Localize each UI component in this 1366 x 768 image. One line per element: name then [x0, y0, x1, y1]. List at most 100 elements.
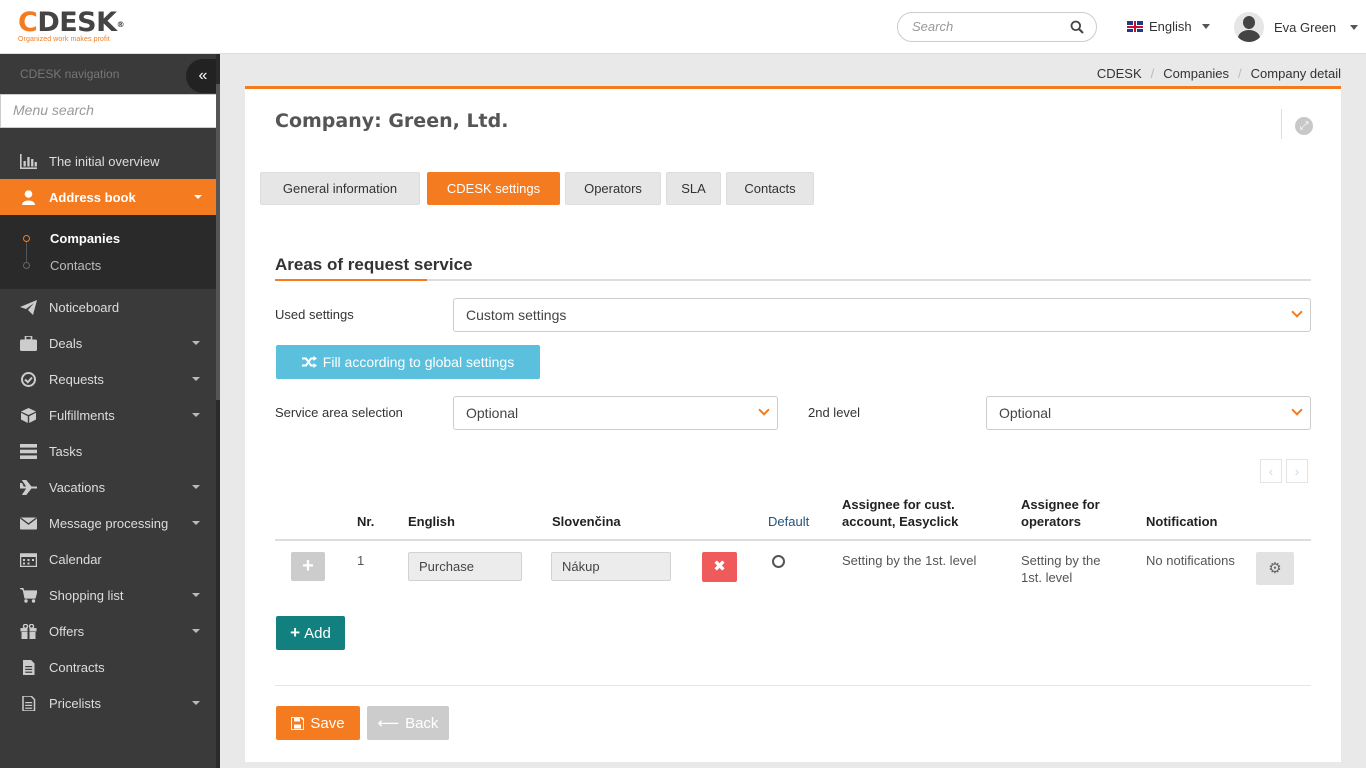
previous-page-button[interactable]: ‹ — [1260, 459, 1282, 483]
breadcrumb-item-companies[interactable]: Companies — [1163, 66, 1229, 81]
chevron-down-icon — [192, 485, 200, 489]
search-icon[interactable] — [1070, 20, 1084, 34]
cube-icon — [19, 407, 37, 423]
sidebar-item-contracts[interactable]: Contracts — [0, 649, 214, 685]
tab-general-information[interactable]: General information — [260, 172, 420, 205]
user-icon — [19, 189, 37, 205]
menu-search-input[interactable] — [13, 95, 213, 125]
plus-icon: + — [290, 623, 301, 642]
service-area-select[interactable]: Optional — [453, 396, 778, 430]
column-header-notification: Notification — [1146, 514, 1218, 529]
column-header-nr: Nr. — [357, 514, 375, 529]
sidebar-item-requests[interactable]: Requests — [0, 361, 214, 397]
plane-icon — [19, 479, 37, 495]
second-level-select[interactable]: Optional — [986, 396, 1311, 430]
save-button[interactable]: Save — [276, 706, 360, 740]
shuffle-icon — [301, 356, 317, 368]
collapse-sidebar-button[interactable]: « — [186, 59, 220, 93]
add-button[interactable]: + Add — [276, 616, 345, 650]
main-panel: Company: Green, Ltd. ⤢ General informati… — [245, 86, 1341, 762]
sidebar-item-noticeboard[interactable]: Noticeboard — [0, 289, 214, 325]
add-subarea-button[interactable]: + — [291, 552, 325, 581]
tab-contacts[interactable]: Contacts — [726, 172, 814, 205]
service-area-label: Service area selection — [275, 405, 403, 420]
english-name-input[interactable]: Purchase — [408, 552, 522, 581]
paper-plane-icon — [19, 299, 37, 315]
chevron-down-icon — [192, 521, 200, 525]
default-radio[interactable] — [772, 555, 785, 568]
assignee-cust-value: Setting by the 1st. level — [842, 553, 977, 568]
uk-flag-icon — [1127, 21, 1143, 32]
chevron-down-icon — [192, 593, 200, 597]
avatar — [1234, 12, 1264, 42]
tasks-icon — [19, 443, 37, 459]
gift-icon — [19, 623, 37, 639]
envelope-icon — [19, 515, 37, 531]
second-level-label: 2nd level — [808, 405, 861, 420]
search-input[interactable] — [912, 19, 1062, 34]
user-menu[interactable]: Eva Green — [1234, 12, 1359, 42]
sidebar-item-fulfillments[interactable]: Fulfillments — [0, 397, 214, 433]
cdesk-logo[interactable]: CDESK® Organized work makes profit — [18, 9, 125, 44]
floppy-disk-icon — [291, 716, 305, 730]
row-settings-button[interactable]: ⚙ — [1256, 552, 1294, 585]
row-number: 1 — [357, 553, 365, 568]
tab-sla[interactable]: SLA — [666, 172, 721, 205]
calendar-icon — [19, 551, 37, 567]
check-circle-icon — [19, 371, 37, 387]
briefcase-icon — [19, 335, 37, 351]
document-icon — [19, 659, 37, 675]
chevron-down-icon — [192, 341, 200, 345]
used-settings-label: Used settings — [275, 307, 354, 322]
sidebar-item-shopping-list[interactable]: Shopping list — [0, 577, 214, 613]
sidebar-subitem-companies[interactable]: Companies — [50, 231, 120, 246]
chevron-down-icon — [194, 195, 202, 199]
sidebar-item-address-book[interactable]: Address book — [0, 179, 216, 215]
sidebar-item-pricelists[interactable]: Pricelists — [0, 685, 214, 721]
expand-icon[interactable]: ⤢ — [1295, 117, 1313, 135]
sidebar-item-message-processing[interactable]: Message processing — [0, 505, 214, 541]
next-page-button[interactable]: › — [1286, 459, 1308, 483]
slovak-name-input[interactable]: Nákup — [551, 552, 671, 581]
address-book-submenu: Companies Contacts — [0, 215, 216, 289]
fill-global-settings-button[interactable]: Fill according to global settings — [276, 345, 540, 379]
chevron-down-icon — [1201, 24, 1210, 29]
used-settings-select[interactable]: Custom settings — [453, 298, 1311, 332]
cart-icon — [19, 587, 37, 603]
nav-title: CDESK navigation — [20, 67, 120, 81]
column-header-assignee-cust: Assignee for cust. account, Easyclick — [842, 497, 959, 529]
chevron-down-icon — [1291, 306, 1303, 318]
submenu-bullet-icon — [23, 262, 30, 269]
sidebar-item-initial-overview[interactable]: The initial overview — [0, 143, 214, 179]
chart-icon — [19, 153, 37, 169]
gear-icon: ⚙ — [1268, 560, 1282, 577]
sidebar-item-tasks[interactable]: Tasks — [0, 433, 214, 469]
user-name: Eva Green — [1274, 19, 1337, 35]
language-label: English — [1149, 19, 1192, 34]
sidebar-item-calendar[interactable]: Calendar — [0, 541, 214, 577]
sidebar-item-vacations[interactable]: Vacations — [0, 469, 214, 505]
global-search[interactable] — [897, 12, 1097, 42]
sidebar-item-offers[interactable]: Offers — [0, 613, 214, 649]
column-header-english: English — [408, 514, 455, 529]
submenu-bullet-icon — [23, 235, 30, 242]
tab-cdesk-settings[interactable]: CDESK settings — [427, 172, 560, 205]
sidebar-scrollbar[interactable] — [216, 54, 220, 768]
column-header-assignee-ops: Assignee for operators — [1021, 497, 1100, 529]
top-header: CDESK® Organized work makes profit Engli… — [0, 0, 1366, 54]
logo-tagline: Organized work makes profit — [18, 36, 110, 43]
tab-operators[interactable]: Operators — [565, 172, 661, 205]
column-header-slovencina: Slovenčina — [552, 514, 621, 529]
sidebar-subitem-contacts[interactable]: Contacts — [50, 258, 101, 273]
chevron-down-icon — [1291, 404, 1303, 416]
delete-row-button[interactable]: ✖ — [702, 552, 737, 582]
sidebar-item-deals[interactable]: Deals — [0, 325, 214, 361]
column-header-default[interactable]: Default — [768, 513, 809, 530]
language-selector[interactable]: English — [1127, 19, 1210, 34]
breadcrumb-item-cdesk[interactable]: CDESK — [1097, 66, 1142, 81]
back-button[interactable]: ⟵ Back — [367, 706, 449, 740]
document-text-icon — [19, 695, 37, 711]
notification-value: No notifications — [1146, 553, 1235, 568]
chevron-down-icon — [192, 701, 200, 705]
menu-search[interactable] — [0, 94, 218, 128]
